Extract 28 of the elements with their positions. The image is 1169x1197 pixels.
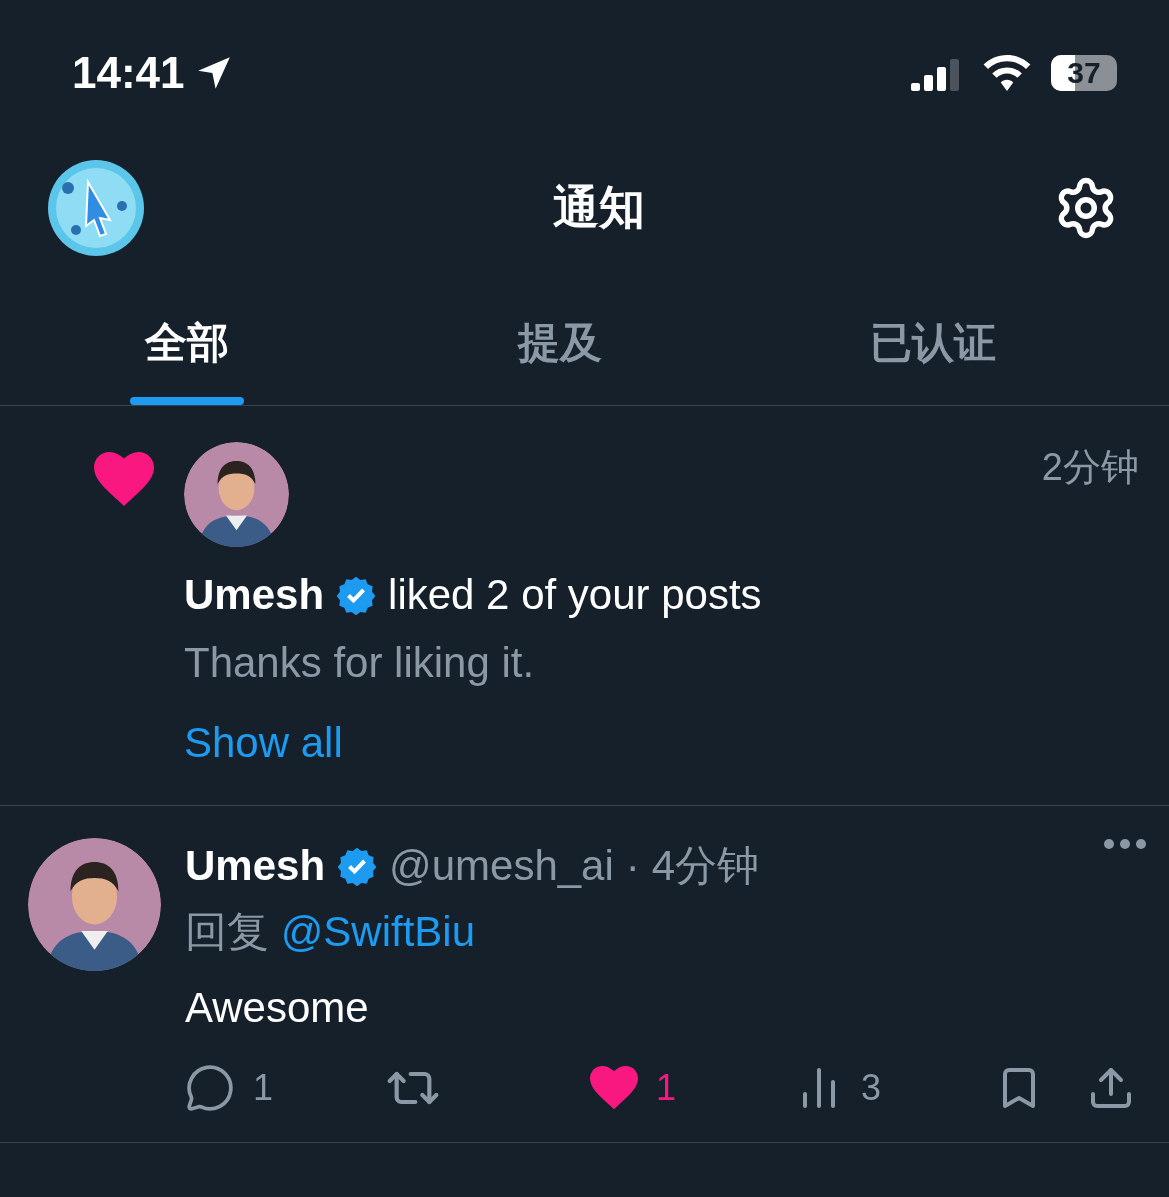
status-time: 14:41 xyxy=(72,47,185,98)
user-name[interactable]: Umesh xyxy=(184,571,325,619)
tab[interactable]: 已认证 xyxy=(746,280,1119,405)
profile-avatar[interactable] xyxy=(48,159,144,256)
reply-icon xyxy=(185,1063,235,1113)
heart-icon xyxy=(590,1066,638,1110)
avatar[interactable] xyxy=(184,442,289,547)
like-button[interactable]: 1 xyxy=(590,1066,795,1110)
heart-icon xyxy=(94,452,154,506)
notification-text: liked 2 of your posts xyxy=(388,571,762,619)
show-all-link[interactable]: Show all xyxy=(184,719,343,767)
user-name[interactable]: Umesh xyxy=(185,842,326,890)
mention-link[interactable]: @SwiftBiu xyxy=(280,908,476,955)
reply-context: 回复 @SwiftBiu xyxy=(185,907,477,957)
post-text: Awesome xyxy=(185,984,370,1032)
avatar[interactable] xyxy=(28,838,161,971)
tab[interactable]: 全部 xyxy=(0,280,373,405)
page-title: 通知 xyxy=(552,179,645,235)
wifi-icon xyxy=(983,54,1031,91)
reply-button[interactable]: 1 xyxy=(185,1063,385,1113)
views-button[interactable]: 3 xyxy=(795,1064,995,1112)
tab[interactable]: 提及 xyxy=(373,280,746,405)
more-icon[interactable] xyxy=(1103,838,1147,850)
separator: · xyxy=(625,842,640,890)
notification-time: 2分钟 xyxy=(1041,445,1139,490)
user-handle[interactable]: @umesh_ai xyxy=(389,842,614,890)
post-excerpt: Thanks for liking it. xyxy=(184,639,536,687)
post-time: 4分钟 xyxy=(651,841,760,891)
